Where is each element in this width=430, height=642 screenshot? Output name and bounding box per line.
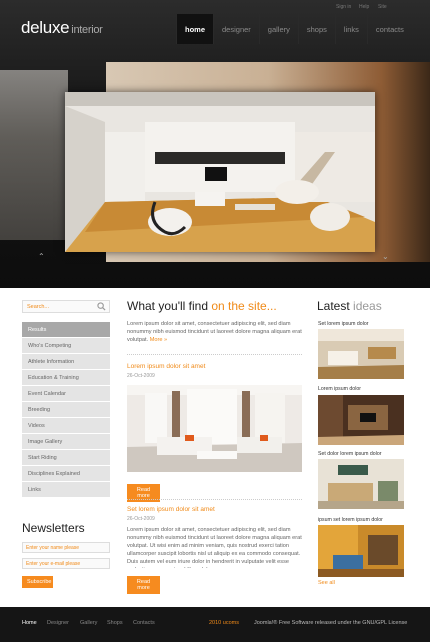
menu-item-whos-competing[interactable]: Who's Competing (22, 338, 110, 354)
idea-caption[interactable]: Set dolor lorem ipsum dolor (318, 451, 381, 457)
sidebar-menu: Results Who's Competing Athlete Informat… (22, 322, 110, 498)
top-link-signin[interactable]: Sign in (336, 4, 351, 10)
menu-item-results[interactable]: Results (22, 322, 110, 338)
idea-thumbnail[interactable] (318, 329, 404, 379)
idea-thumbnail[interactable] (318, 395, 404, 445)
footer-nav-home[interactable]: Home (22, 620, 37, 626)
nav-shops[interactable]: shops (297, 14, 335, 44)
menu-item-disciplines-explained[interactable]: Disciplines Explained (22, 466, 110, 482)
nav-links[interactable]: links (334, 14, 367, 44)
intro-more-link[interactable]: More (150, 337, 163, 343)
divider (127, 354, 302, 355)
nav-gallery[interactable]: gallery (258, 14, 298, 44)
footer-copyright: 2010 ucoms (209, 620, 239, 626)
intro-text: Lorem ipsum dolor sit amet, consectetuer… (127, 320, 302, 344)
slide-main-image[interactable] (65, 92, 375, 252)
latest-title-highlight: ideas (353, 299, 382, 313)
top-link-help[interactable]: Help (359, 4, 369, 10)
nav-home[interactable]: home (176, 14, 214, 44)
logo[interactable]: deluxe interior (21, 18, 103, 38)
footer-nav-shops[interactable]: Shops (107, 620, 123, 626)
article1-title[interactable]: Lorem ipsum dolor sit amet (127, 363, 205, 370)
latest-ideas-title: Latest ideas (317, 299, 382, 313)
email-field[interactable]: Enter your e-mail please (22, 558, 110, 569)
slide-left-image (0, 70, 68, 240)
menu-item-event-calendar[interactable]: Event Calendar (22, 386, 110, 402)
footer-nav-contacts[interactable]: Contacts (133, 620, 155, 626)
center-title: What you'll find on the site... (127, 299, 277, 313)
slide-next-icon[interactable]: ⌄ (382, 252, 389, 261)
newsletter-title: Newsletters (22, 521, 85, 535)
menu-item-breeding[interactable]: Breeding (22, 402, 110, 418)
article2-text: Lorem ipsum dolor sit amet, consectetuer… (127, 527, 302, 568)
footer-license: Joomla!® Free Software released under th… (254, 620, 408, 626)
divider (127, 499, 302, 500)
idea-caption[interactable]: ipsum set lorem ipsum dolor (318, 517, 383, 523)
menu-item-start-riding[interactable]: Start Riding (22, 450, 110, 466)
search-icon[interactable] (97, 302, 106, 311)
idea-caption[interactable]: Lorem ipsum dolor (318, 386, 361, 392)
article2-read-more-button[interactable]: Read more (127, 576, 160, 594)
nav-contacts[interactable]: contacts (366, 14, 412, 44)
main-nav: home designer gallery shops links contac… (176, 14, 412, 44)
more-arrow-icon: » (164, 337, 168, 344)
center-title-highlight: on the site... (211, 299, 277, 313)
slide-prev-icon[interactable]: ⌃ (38, 252, 45, 261)
article1-image[interactable] (127, 385, 302, 472)
idea-thumbnail[interactable] (318, 525, 404, 577)
latest-title-main: Latest (317, 299, 350, 313)
see-all-link[interactable]: See all (318, 580, 338, 586)
logo-main: deluxe (21, 18, 70, 37)
nav-designer[interactable]: designer (213, 14, 259, 44)
footer-nav-gallery[interactable]: Gallery (80, 620, 97, 626)
menu-item-image-gallery[interactable]: Image Gallery (22, 434, 110, 450)
menu-item-athlete-information[interactable]: Athlete Information (22, 354, 110, 370)
logo-sub: interior (71, 24, 103, 36)
menu-item-links[interactable]: Links (22, 482, 110, 498)
menu-item-videos[interactable]: Videos (22, 418, 110, 434)
subscribe-button[interactable]: Subscribe (22, 576, 53, 588)
idea-caption[interactable]: Set lorem ipsum dolor (318, 321, 368, 327)
name-field[interactable]: Enter your name please (22, 542, 110, 553)
article2-date: 26-Oct-2009 (127, 516, 155, 522)
center-title-main: What you'll find (127, 299, 208, 313)
idea-thumbnail[interactable] (318, 459, 404, 509)
top-link-site[interactable]: Site (378, 4, 387, 10)
article2-title[interactable]: Set lorem ipsum dolor sit amet (127, 506, 215, 513)
article1-date: 26-Oct-2009 (127, 373, 155, 379)
menu-item-education-training[interactable]: Education & Training (22, 370, 110, 386)
footer-nav-designer[interactable]: Designer (47, 620, 69, 626)
